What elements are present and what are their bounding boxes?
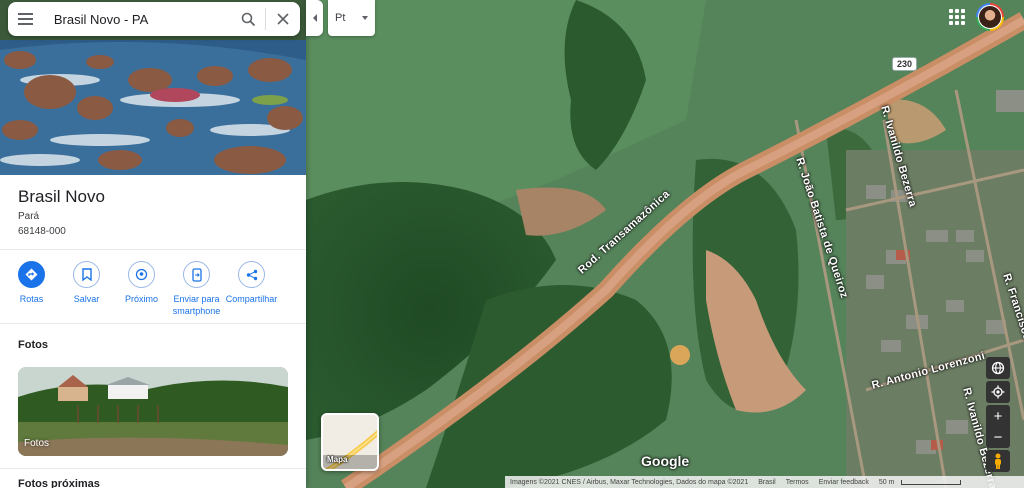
feedback-link[interactable]: Enviar feedback — [814, 479, 874, 486]
nearby-button[interactable]: Próximo — [114, 261, 169, 317]
close-icon — [277, 13, 289, 25]
menu-icon[interactable] — [8, 2, 44, 36]
minus-icon: − — [993, 428, 1003, 446]
layer-switch-label: Mapa — [327, 455, 348, 464]
chevron-left-icon — [312, 14, 317, 22]
scale-label[interactable]: 50 m — [874, 479, 900, 486]
language-select[interactable]: Pt — [328, 0, 375, 36]
nearby-label: Próximo — [124, 294, 158, 304]
my-location-button[interactable] — [986, 381, 1010, 403]
search-button[interactable] — [231, 2, 265, 36]
search-box — [8, 2, 300, 36]
save-label: Salvar — [73, 294, 100, 304]
search-icon — [241, 12, 255, 26]
plus-icon: + — [993, 407, 1003, 425]
directions-label: Rotas — [19, 294, 44, 304]
satellite-imagery — [306, 0, 1024, 488]
share-icon — [238, 261, 265, 288]
my-location-icon — [991, 385, 1005, 399]
send-to-phone-icon — [183, 261, 210, 288]
map-footer: Imagens ©2021 CNES / Airbus, Maxar Techn… — [505, 476, 1024, 488]
highway-shield: 230 — [892, 57, 918, 71]
caret-down-icon — [362, 16, 368, 20]
language-select-value: Pt — [335, 12, 346, 24]
town-photo — [18, 367, 288, 456]
send-to-phone-button[interactable]: Enviar para smartphone — [169, 261, 224, 317]
zoom-in-button[interactable]: + — [986, 405, 1010, 427]
globe-icon — [991, 361, 1005, 375]
share-button[interactable]: Compartilhar — [224, 261, 279, 317]
layer-switch-button[interactable]: Mapa — [321, 413, 379, 471]
imagery-attribution: Imagens ©2021 CNES / Airbus, Maxar Techn… — [510, 478, 749, 486]
globe-view-button[interactable] — [986, 357, 1010, 379]
clear-search-button[interactable] — [266, 2, 300, 36]
avatar[interactable] — [976, 3, 1004, 31]
action-bar: Rotas Salvar Próximo Enviar para smartph… — [4, 261, 304, 317]
share-label: Compartilhar — [225, 294, 278, 304]
collapse-panel-button[interactable] — [306, 0, 323, 36]
photos-section-title: Fotos — [18, 339, 48, 351]
apps-grid-icon[interactable] — [949, 9, 965, 25]
bookmark-icon — [73, 261, 100, 288]
country-link[interactable]: Brasil — [753, 479, 781, 486]
save-button[interactable]: Salvar — [59, 261, 114, 317]
photo-card[interactable]: Fotos — [18, 367, 288, 456]
place-title: Brasil Novo — [18, 187, 105, 206]
divider — [0, 249, 306, 250]
directions-icon — [18, 261, 45, 288]
send-to-phone-label: Enviar para smartphone — [172, 294, 221, 316]
place-region: Pará — [18, 211, 40, 222]
place-postal-code: 68148-000 — [18, 226, 66, 237]
search-input[interactable] — [53, 11, 232, 27]
nearby-photos-title: Fotos próximas — [18, 478, 100, 488]
zoom-out-button[interactable]: − — [986, 426, 1010, 448]
photo-card-label: Fotos — [24, 438, 50, 449]
pegman-icon — [995, 453, 1001, 469]
google-logo: Google — [641, 453, 690, 469]
street-view-pegman[interactable] — [986, 450, 1010, 472]
satellite-map[interactable]: Rod. Transamazônica R. João Batista de Q… — [306, 0, 1024, 488]
scale-bar — [901, 479, 962, 485]
nearby-icon — [128, 261, 155, 288]
divider — [0, 323, 306, 324]
terms-link[interactable]: Termos — [781, 479, 814, 486]
directions-button[interactable]: Rotas — [4, 261, 59, 317]
divider — [0, 468, 306, 469]
place-panel: Brasil Novo Pará 68148-000 Rotas Salvar … — [0, 0, 306, 488]
